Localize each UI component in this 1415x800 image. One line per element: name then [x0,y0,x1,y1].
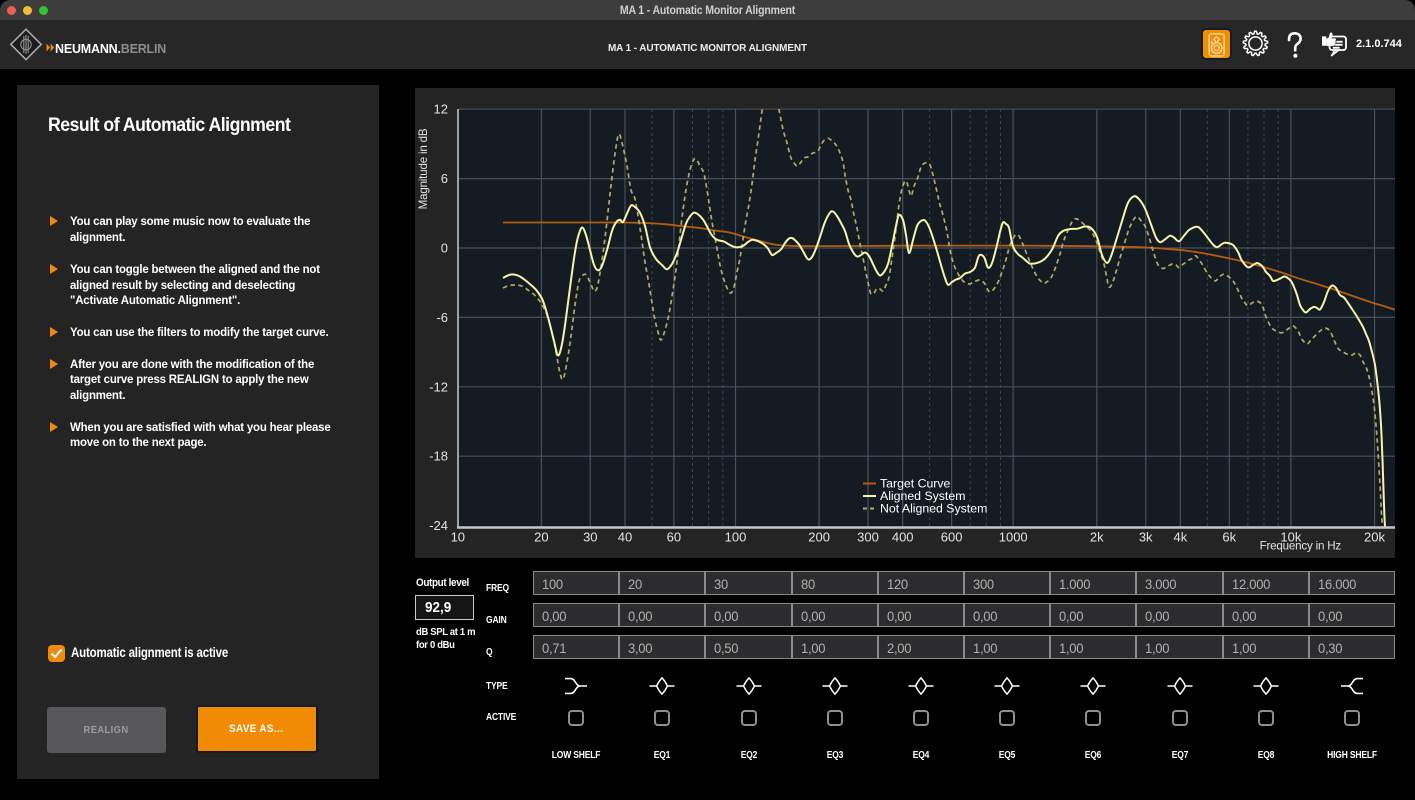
svg-text:400: 400 [892,530,914,545]
svg-text:60: 60 [667,530,681,545]
svg-text:200: 200 [808,530,830,545]
svg-text:0: 0 [441,241,448,256]
svg-text:1000: 1000 [999,530,1028,545]
svg-text:4k: 4k [1174,530,1188,545]
svg-text:20k: 20k [1364,530,1385,545]
svg-text:10: 10 [451,530,465,545]
svg-text:Not Aligned System: Not Aligned System [880,502,987,516]
svg-text:100: 100 [725,530,747,545]
svg-text:6k: 6k [1222,530,1236,545]
svg-text:Magnitude in dB: Magnitude in dB [417,128,430,209]
svg-text:12: 12 [434,102,448,117]
svg-text:2k: 2k [1090,530,1104,545]
svg-text:-12: -12 [429,379,448,394]
svg-text:600: 600 [941,530,963,545]
svg-text:20: 20 [534,530,548,545]
svg-text:-18: -18 [429,449,448,464]
svg-text:-6: -6 [436,310,448,325]
svg-text:6: 6 [441,171,448,186]
svg-text:300: 300 [857,530,879,545]
svg-text:30: 30 [583,530,597,545]
svg-text:3k: 3k [1139,530,1153,545]
svg-text:40: 40 [618,530,632,545]
svg-text:-24: -24 [429,518,448,533]
svg-text:Frequency in Hz: Frequency in Hz [1260,540,1342,553]
